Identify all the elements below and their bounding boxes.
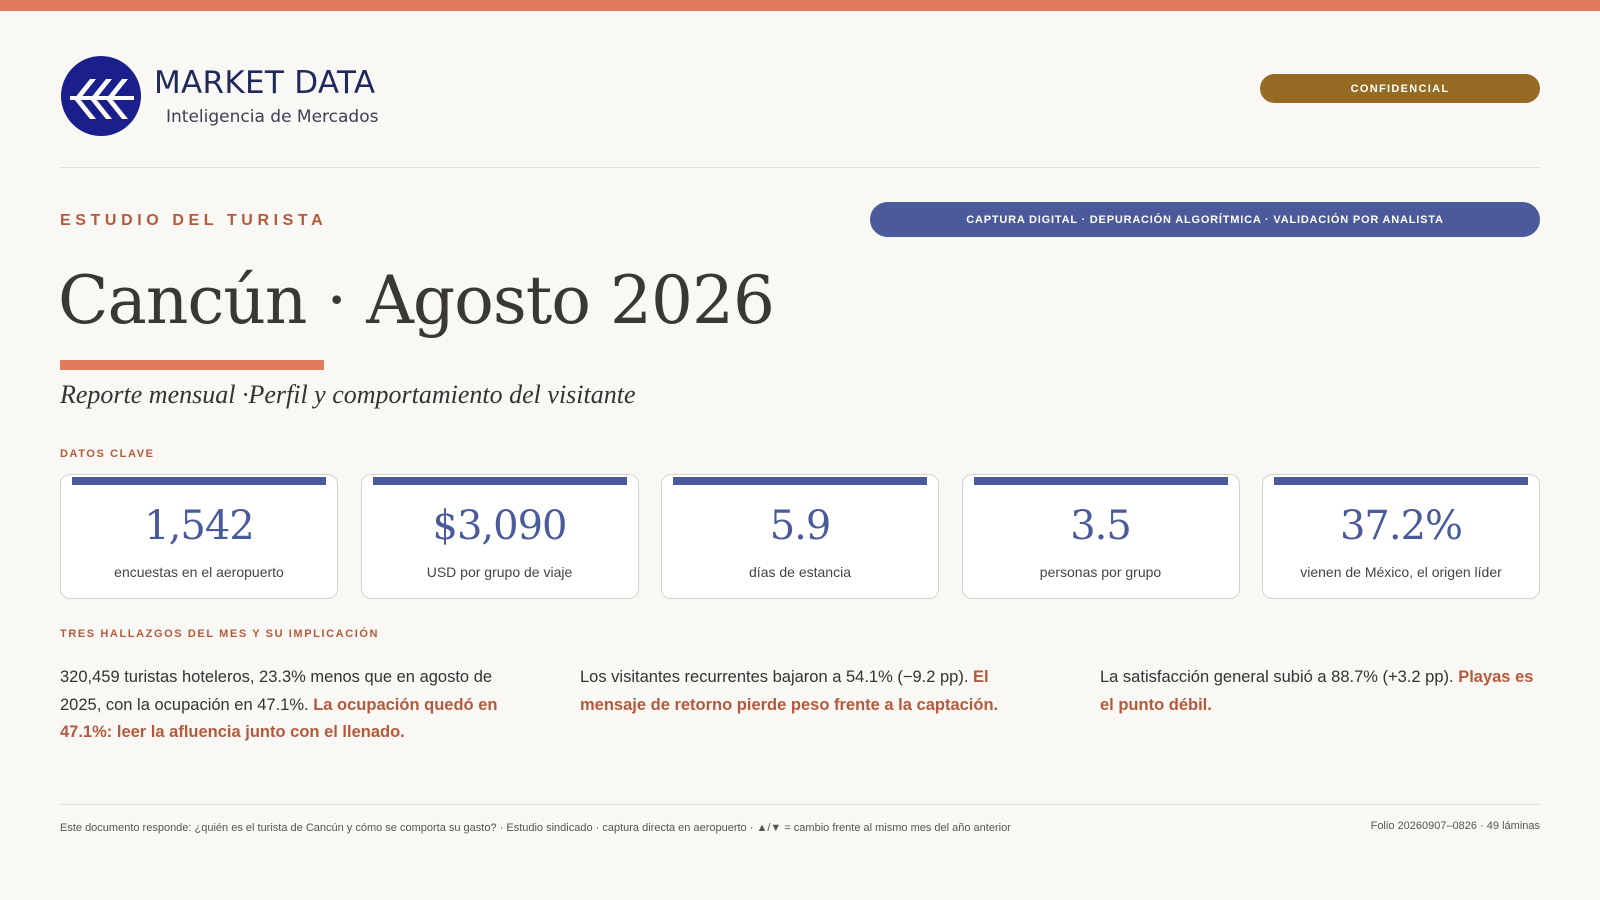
kpi-value: 3.5	[1070, 503, 1132, 549]
page-subtitle: Reporte mensual ·Perfil y comportamiento…	[60, 380, 636, 409]
kpi-value: 1,542	[144, 503, 255, 549]
kpi-label: días de estancia	[749, 564, 851, 580]
confidential-badge: CONFIDENCIAL	[1260, 74, 1540, 103]
folio-label: Folio 20260907–0826 · 49 láminas	[1370, 820, 1540, 832]
kpi-card-group-size: 3.5 personas por grupo	[961, 474, 1240, 599]
kpi-card-stay: 5.9 días de estancia	[661, 474, 939, 599]
kpi-label: USD por grupo de viaje	[426, 564, 573, 580]
kpi-value: 5.9	[769, 503, 832, 549]
kpi-accent-bar	[372, 477, 627, 485]
eyebrow-label: ESTUDIO DEL TURISTA	[60, 212, 328, 229]
kpi-card-origin: 37.2% vienen de México, el origen líder	[1262, 474, 1540, 599]
key-data-label: DATOS CLAVE	[60, 448, 155, 460]
finding-3: La satisfacción general subió a 88.7% (+…	[1100, 664, 1540, 747]
kpi-card-surveys: 1,542 encuestas en el aeropuerto	[60, 474, 338, 599]
title-underline	[60, 360, 324, 370]
finding-text: La satisfacción general subió a 88.7% (+…	[1100, 668, 1459, 686]
top-accent-bar	[0, 0, 1600, 11]
brand-logo: MARKET DATA Inteligencia de Mercados	[60, 55, 378, 137]
kpi-label: vienen de México, el origen líder	[1300, 564, 1502, 580]
stripes-circle-logo-icon	[61, 56, 141, 136]
kpi-accent-bar	[673, 477, 927, 485]
kpi-label: encuestas en el aeropuerto	[114, 564, 284, 580]
kpi-row: 1,542 encuestas en el aeropuerto $3,090 …	[60, 474, 1540, 599]
kpi-accent-bar	[973, 477, 1228, 485]
findings-label: TRES HALLAZGOS DEL MES Y SU IMPLICACIÓN	[60, 628, 380, 640]
brand-name: MARKET DATA	[154, 65, 376, 101]
header-divider	[60, 167, 1540, 168]
kpi-card-spend: $3,090 USD por grupo de viaje	[360, 474, 639, 599]
finding-1: 320,459 turistas hoteleros, 23.3% menos …	[60, 664, 500, 747]
kpi-value: $3,090	[432, 503, 568, 549]
finding-2: Los visitantes recurrentes bajaron a 54.…	[580, 664, 1020, 747]
findings-row: 320,459 turistas hoteleros, 23.3% menos …	[60, 664, 1540, 747]
brand-tagline: Inteligencia de Mercados	[166, 107, 379, 127]
finding-text: Los visitantes recurrentes bajaron a 54.…	[580, 668, 974, 686]
page-title: Cancún · Agosto 2026	[58, 262, 775, 339]
kpi-value: 37.2%	[1339, 503, 1463, 549]
footer-note: Este documento responde: ¿quién es el tu…	[60, 822, 1011, 834]
kpi-accent-bar	[72, 477, 326, 485]
footer-divider	[60, 804, 1540, 805]
kpi-accent-bar	[1274, 477, 1528, 485]
kpi-label: personas por grupo	[1039, 564, 1162, 580]
methodology-pill: CAPTURA DIGITAL · DEPURACIÓN ALGORÍTMICA…	[870, 202, 1540, 237]
